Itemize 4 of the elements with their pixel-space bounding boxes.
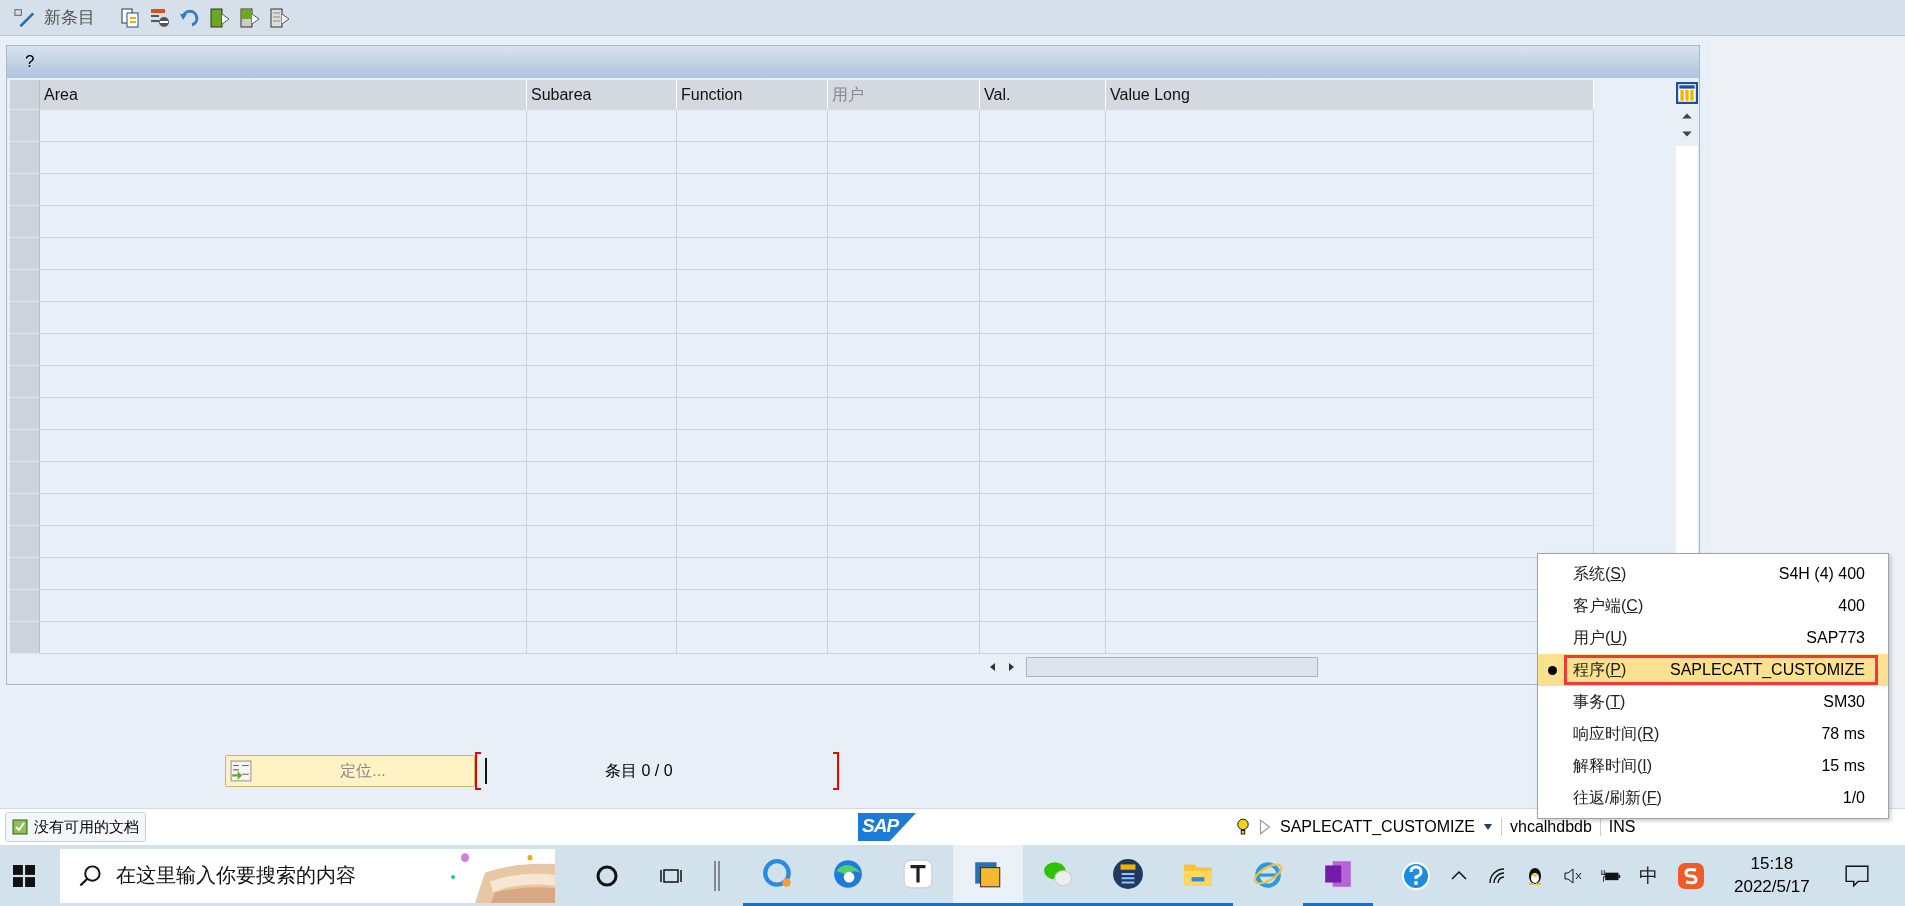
entries-counter: 条目 0 / 0 <box>605 760 673 781</box>
sap-logo: SAP <box>858 813 916 841</box>
program-name: SAPLECATT_CUSTOMIZE <box>1280 818 1475 836</box>
panel-title: ? <box>25 52 35 72</box>
